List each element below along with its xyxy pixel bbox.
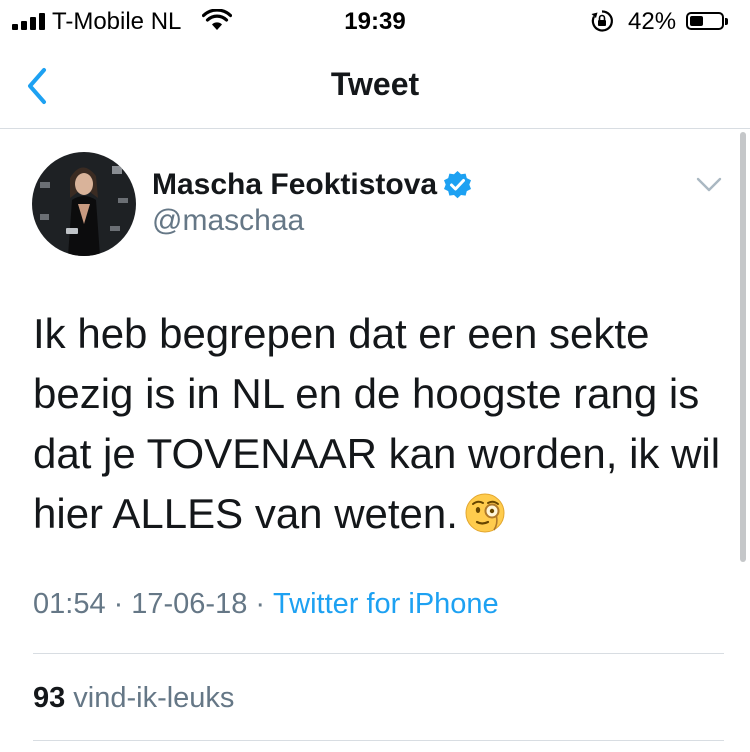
tweet-text-line-last: hier ALLES van weten. — [33, 484, 713, 544]
tweet-text-line: Ik heb begrepen dat er een sekte — [33, 310, 650, 357]
avatar[interactable] — [32, 152, 136, 256]
author-handle[interactable]: @maschaa — [152, 204, 304, 238]
battery-fill — [690, 16, 703, 26]
face-with-monocle-icon — [465, 493, 505, 533]
author-display-name[interactable]: Mascha Feoktistova — [152, 168, 437, 202]
divider — [33, 740, 724, 741]
likes-summary[interactable]: 93 vind-ik-leuks — [33, 682, 234, 715]
tweet-time: 01:54 — [33, 588, 106, 620]
battery-icon — [686, 12, 728, 30]
status-bar: T-Mobile NL 19:39 42% — [0, 0, 750, 44]
tweet-text: Ik heb begrepen dat er een sekte bezig i… — [33, 304, 721, 544]
tweet-text-line: hier ALLES van weten. — [33, 490, 458, 537]
tweet-source-link[interactable]: Twitter for iPhone — [273, 588, 499, 620]
tweet-text-line: dat je TOVENAAR kan worden, ik wil — [33, 430, 721, 477]
verified-badge-icon — [444, 171, 471, 199]
chevron-down-icon[interactable] — [694, 174, 724, 196]
nav-bar: Tweet — [0, 44, 750, 129]
divider — [33, 653, 724, 654]
likes-count: 93 — [33, 682, 66, 714]
tweet-text-line: bezig is in NL en de hoogste rang is — [33, 370, 700, 417]
tweet-meta: 01:54 · 17-06-18 · Twitter for iPhone — [33, 588, 499, 620]
battery-percent: 42% — [628, 8, 677, 35]
rotation-lock-icon — [591, 10, 613, 32]
scrollbar[interactable] — [740, 132, 746, 562]
page-title: Tweet — [330, 66, 420, 102]
likes-label: vind-ik-leuks — [73, 682, 235, 714]
avatar-image — [32, 152, 136, 256]
tweet-date: 17-06-18 — [131, 588, 248, 620]
